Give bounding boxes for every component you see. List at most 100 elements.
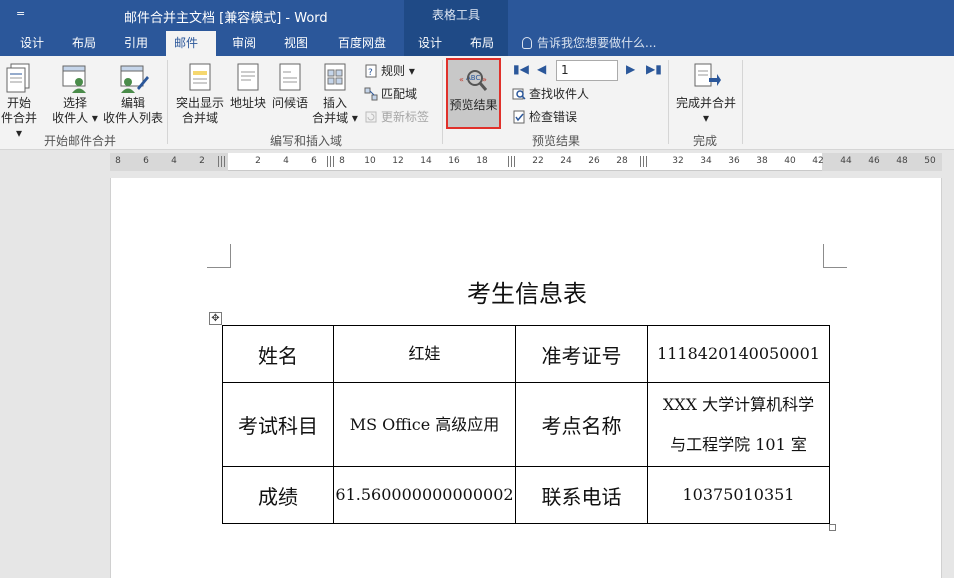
- highlight-fields-label-2: 合并域: [181, 111, 218, 125]
- previous-record-icon[interactable]: ◀: [537, 62, 546, 76]
- tab-view[interactable]: 视图: [276, 31, 316, 56]
- check-errors-button[interactable]: 检查错误: [512, 107, 577, 127]
- finish-merge-button[interactable]: 完成并合并 ▾: [674, 62, 738, 126]
- insert-field-label-2: 合并域 ▾: [312, 111, 358, 125]
- document-title: 邮件合并主文档 [兼容模式] - Word: [124, 11, 328, 26]
- cell-value-subject[interactable]: MS Office 高级应用: [333, 382, 516, 467]
- rules-button[interactable]: ? 规则 ▾: [364, 61, 415, 81]
- cell-value-score[interactable]: 61.560000000000002: [333, 466, 516, 524]
- cell-label-score[interactable]: 成绩: [222, 466, 334, 524]
- preview-results-button[interactable]: « ABC » 预览结果: [446, 66, 501, 113]
- highlight-merge-fields-button[interactable]: 突出显示 合并域: [174, 62, 226, 126]
- ruler-tick-label: 2: [199, 156, 205, 166]
- cell-label-exam-site[interactable]: 考点名称: [515, 382, 648, 467]
- group-separator: [742, 60, 743, 144]
- tab-layout[interactable]: 布局: [64, 31, 104, 56]
- preview-results-icon: « ABC »: [459, 70, 487, 91]
- match-fields-label: 匹配域: [381, 87, 418, 101]
- group-label-start-merge: 开始邮件合并: [43, 134, 116, 148]
- table-row: 考试科目 MS Office 高级应用 考点名称 XXX 大学计算机科学 与工程…: [222, 382, 830, 467]
- crop-mark-top-left: [207, 244, 231, 268]
- ruler-tick-label: 46: [868, 156, 880, 166]
- find-recipient-label: 查找收件人: [529, 87, 590, 101]
- address-block-button[interactable]: 地址块: [228, 62, 268, 111]
- ribbon-mailings: 开始 件合并 ▾ 选择 收件人 ▾ 编辑 收件人列表 开始邮件合并 突出显示 合…: [0, 56, 954, 150]
- ruler-tick-label: 22: [532, 156, 544, 166]
- ruler-column-marker[interactable]: [327, 156, 336, 167]
- greeting-line-icon: [279, 63, 301, 91]
- select-recipients-label-1: 选择: [62, 96, 87, 110]
- rules-label: 规则 ▾: [381, 64, 415, 78]
- start-mail-merge-button[interactable]: 开始 件合并 ▾: [0, 62, 38, 141]
- exam-info-table[interactable]: 姓名 红娃 准考证号 1118420140050001 考试科目 MS Offi…: [222, 325, 830, 524]
- finish-merge-icon: [694, 63, 721, 87]
- cell-value-phone[interactable]: 10375010351: [647, 466, 830, 524]
- ruler-tick-label: 36: [728, 156, 740, 166]
- group-separator: [668, 60, 669, 144]
- tab-table-design[interactable]: 设计: [410, 31, 450, 56]
- tab-references[interactable]: 引用: [116, 31, 156, 56]
- tab-review[interactable]: 审阅: [224, 31, 264, 56]
- cell-label-phone[interactable]: 联系电话: [515, 466, 648, 524]
- table-resize-handle[interactable]: [829, 524, 836, 531]
- horizontal-ruler[interactable]: 8 6 4 2 2 4 6 8 10 12 14 16 18 22 24 26 28 32 34 36 38 40 42 44…: [110, 153, 942, 171]
- document-page[interactable]: 考生信息表 ✥ 姓名 红娃 准考证号 1118420140050001 考试科目…: [110, 178, 942, 578]
- table-tools-title: 表格工具: [404, 0, 508, 31]
- ruler-column-marker[interactable]: [508, 156, 517, 167]
- ruler-tick-label: 4: [171, 156, 177, 166]
- cell-value-name[interactable]: 红娃: [333, 325, 516, 383]
- greeting-label: 问候语: [271, 96, 308, 110]
- tab-mailings[interactable]: 邮件: [166, 31, 216, 56]
- highlight-fields-icon: [189, 63, 211, 91]
- tab-design[interactable]: 设计: [12, 31, 52, 56]
- ruler-column-marker[interactable]: [640, 156, 649, 167]
- table-row: 成绩 61.560000000000002 联系电话 10375010351: [222, 466, 830, 524]
- table-move-handle-icon[interactable]: ✥: [209, 312, 222, 325]
- select-recipients-button[interactable]: 选择 收件人 ▾: [50, 62, 100, 126]
- cell-value-exam-site[interactable]: XXX 大学计算机科学 与工程学院 101 室: [647, 382, 830, 467]
- ruler-tick-label: 14: [420, 156, 432, 166]
- ruler-tick-label: 8: [339, 156, 345, 166]
- cell-label-name[interactable]: 姓名: [222, 325, 334, 383]
- ruler-tick-label: 12: [392, 156, 404, 166]
- tell-me-text: 告诉我您想要做什么...: [537, 36, 657, 50]
- next-record-icon[interactable]: ▶: [626, 62, 635, 76]
- tab-baidu-netdisk[interactable]: 百度网盘: [330, 31, 394, 56]
- ruler-tick-label: 10: [364, 156, 376, 166]
- ruler-tick-label: 2: [255, 156, 261, 166]
- ruler-tick-label: 42: [812, 156, 824, 166]
- insert-merge-field-button[interactable]: 插入 合并域 ▾: [312, 62, 358, 126]
- svg-text:«: «: [459, 75, 464, 84]
- document-heading: 考生信息表: [467, 280, 587, 308]
- highlight-fields-label-1: 突出显示: [175, 96, 224, 110]
- ruler-tick-label: 28: [616, 156, 628, 166]
- edit-recipient-list-button[interactable]: 编辑 收件人列表: [102, 62, 164, 126]
- finish-merge-label-1: 完成并合并: [675, 96, 736, 110]
- tab-table-layout[interactable]: 布局: [462, 31, 502, 56]
- update-labels-button[interactable]: 更新标签: [364, 107, 429, 127]
- ruler-tick-label: 4: [283, 156, 289, 166]
- select-recipients-icon: [62, 65, 86, 93]
- address-block-label: 地址块: [229, 96, 266, 110]
- cell-label-subject[interactable]: 考试科目: [222, 382, 334, 467]
- ruler-margin-left: [110, 153, 228, 171]
- update-labels-icon: [365, 111, 377, 123]
- tell-me-search[interactable]: 告诉我您想要做什么...: [522, 31, 656, 56]
- first-record-icon[interactable]: ▮◀: [513, 62, 529, 76]
- ruler-column-marker[interactable]: [218, 156, 227, 167]
- exam-site-line-1: XXX 大学计算机科学: [662, 394, 815, 414]
- quick-access-menu-icon[interactable]: =: [16, 7, 25, 20]
- lightbulb-icon: [522, 37, 532, 49]
- edit-list-label-1: 编辑: [120, 96, 145, 110]
- greeting-line-button[interactable]: 问候语: [270, 62, 310, 111]
- match-fields-button[interactable]: 匹配域: [364, 84, 417, 104]
- ruler-tick-label: 50: [924, 156, 936, 166]
- start-merge-label-1: 开始: [6, 96, 31, 110]
- last-record-icon[interactable]: ▶▮: [646, 62, 662, 76]
- exam-site-line-2: 与工程学院 101 室: [670, 434, 807, 454]
- cell-value-admission-no[interactable]: 1118420140050001: [647, 325, 830, 383]
- record-number-input[interactable]: 1: [556, 60, 618, 81]
- cell-label-admission-no[interactable]: 准考证号: [515, 325, 648, 383]
- find-recipient-button[interactable]: 查找收件人: [512, 84, 589, 104]
- find-recipient-icon: [512, 88, 526, 100]
